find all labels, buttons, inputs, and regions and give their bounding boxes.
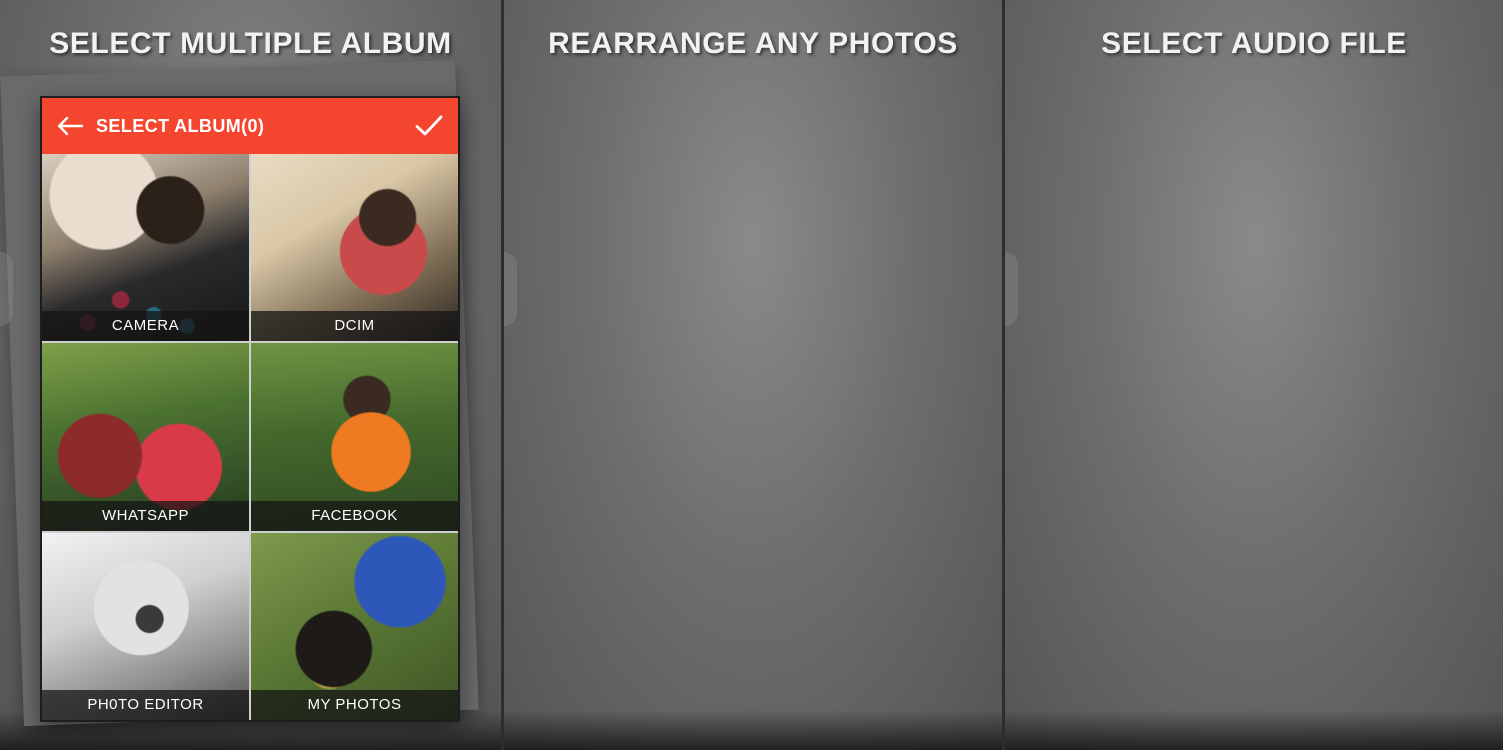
album-label: PH0TO EDITOR	[42, 689, 249, 720]
panel-title: SELECT MULTIPLE ALBUM	[49, 27, 452, 60]
album-cell[interactable]: CAMERA	[42, 154, 249, 342]
album-grid: CAMERA DCIM WHATSAPP FACEBOOK PH0TO EDIT	[42, 154, 458, 720]
back-arrow-icon[interactable]	[56, 115, 84, 137]
panel-title: SELECT AUDIO FILE	[1101, 27, 1407, 60]
album-cell[interactable]: DCIM	[251, 154, 458, 342]
album-cell[interactable]: PH0TO EDITOR	[42, 532, 249, 720]
panel-select-audio-file: SELECT AUDIO FILE SELECT MUSIC Dilwale-D…	[1002, 0, 1503, 750]
device-edge-nub	[1005, 252, 1018, 326]
album-appbar: SELECT ALBUM(0)	[42, 98, 458, 154]
album-label: MY PHOTOS	[251, 689, 458, 720]
panel-title: REARRANGE ANY PHOTOS	[548, 27, 958, 60]
album-picker-screen: SELECT ALBUM(0) CAMERA DCIM WHATSAPP FAC…	[40, 96, 460, 722]
album-label: FACEBOOK	[251, 500, 458, 531]
device-edge-nub	[0, 252, 13, 326]
panel-select-multiple-album: SELECT MULTIPLE ALBUM SELECT ALBUM(0) CA…	[0, 0, 501, 750]
album-cell[interactable]: WHATSAPP	[42, 343, 249, 531]
album-label: WHATSAPP	[42, 500, 249, 531]
device-edge-nub	[504, 252, 517, 326]
panel-rearrange-any-photos: REARRANGE ANY PHOTOS	[501, 0, 1002, 750]
check-icon[interactable]	[414, 113, 444, 139]
album-cell[interactable]: FACEBOOK	[251, 343, 458, 531]
album-cell[interactable]: MY PHOTOS	[251, 532, 458, 720]
album-label: CAMERA	[42, 311, 249, 342]
promo-stage: SELECT MULTIPLE ALBUM SELECT ALBUM(0) CA…	[0, 0, 1503, 750]
album-appbar-title: SELECT ALBUM(0)	[96, 115, 265, 136]
album-label: DCIM	[251, 311, 458, 342]
